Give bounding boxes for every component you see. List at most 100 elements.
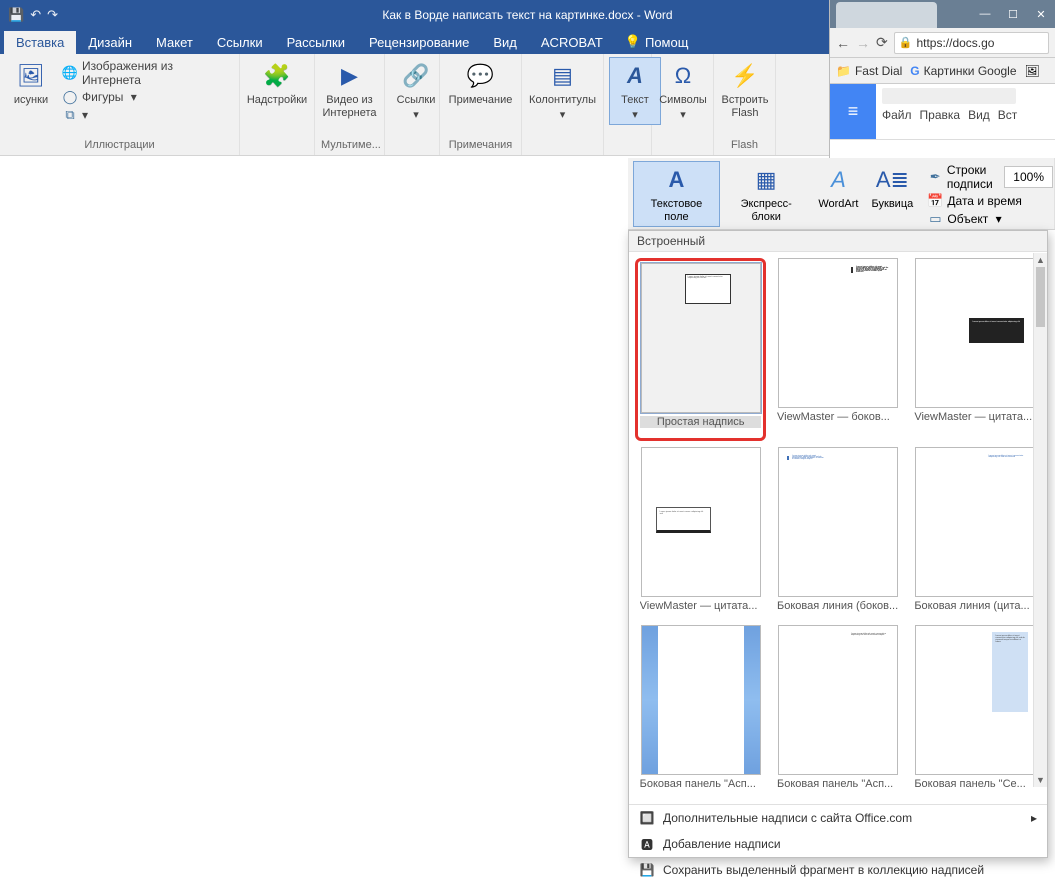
header-footer-button[interactable]: ▤Колонтитулы▾ <box>528 58 597 124</box>
quickparts-button[interactable]: ▦Экспресс-блоки <box>723 162 809 226</box>
tab-links[interactable]: Ссылки <box>205 31 275 54</box>
office-icon: 🔲 <box>639 810 655 826</box>
more-from-office[interactable]: 🔲Дополнительные надписи с сайта Office.c… <box>629 805 1047 831</box>
save-selection-icon: 💾 <box>639 862 655 878</box>
pictures-button[interactable]: 🖼исунки <box>6 58 56 109</box>
object-icon: ▭ <box>927 211 943 227</box>
flash-icon: ⚡ <box>729 60 761 92</box>
gallery-item-simple[interactable]: Lorem ipsum dolor sit amet consectetur a… <box>635 258 766 441</box>
gallery-item[interactable]: Lorem ipsum dolor sit amet consectetur a… <box>910 625 1041 798</box>
textbox-gallery: Встроенный Lorem ipsum dolor sit amet co… <box>628 230 1048 858</box>
chrome-close[interactable]: ✕ <box>1027 8 1055 28</box>
docs-logo-icon[interactable]: ≡ <box>830 84 876 139</box>
tab-mailings[interactable]: Рассылки <box>275 31 357 54</box>
docs-menu-insert[interactable]: Вст <box>998 108 1018 122</box>
tab-view[interactable]: Вид <box>481 31 529 54</box>
online-video-button[interactable]: ▶Видео из Интернета <box>321 58 378 122</box>
dropcap-button[interactable]: A≣Буквица <box>867 162 917 213</box>
docs-menu-file[interactable]: Файл <box>882 108 912 122</box>
google-docs-header: ≡ Файл Правка Вид Вст <box>830 84 1055 140</box>
tell-me[interactable]: 💡Помощ <box>615 30 699 54</box>
header-footer-icon: ▤ <box>547 60 579 92</box>
embed-flash-button[interactable]: ⚡Встроить Flash <box>720 58 770 122</box>
docs-menu: Файл Правка Вид Вст <box>882 108 1049 122</box>
dropcap-icon: A≣ <box>876 164 908 196</box>
scroll-up-icon[interactable]: ▲ <box>1034 253 1047 267</box>
back-icon[interactable]: ← <box>836 35 850 51</box>
group-illustrations: Иллюстрации <box>6 139 233 153</box>
addins-button[interactable]: 🧩Надстройки <box>246 58 308 109</box>
symbols-button[interactable]: ΩСимволы▾ <box>658 58 708 124</box>
tab-review[interactable]: Рецензирование <box>357 31 481 54</box>
redo-icon[interactable]: ↷ <box>47 7 58 23</box>
quick-access-toolbar: 💾 ↶ ↷ <box>8 7 58 23</box>
tab-layout[interactable]: Макет <box>144 31 205 54</box>
screenshot-icon: ⧉ <box>62 107 78 123</box>
bulb-icon: 💡 <box>625 34 641 50</box>
draw-textbox[interactable]: 🅰Добавление надписи <box>629 831 1047 857</box>
store-icon: 🧩 <box>261 60 293 92</box>
bookmark-fastdial[interactable]: 📁Fast Dial <box>836 64 902 78</box>
undo-icon[interactable]: ↶ <box>30 7 41 23</box>
group-flash: Flash <box>720 139 769 153</box>
reload-icon[interactable]: ⟳ <box>876 34 888 51</box>
gallery-item[interactable]: Lorem ipsum dolor sit amet consec adipis… <box>635 447 766 620</box>
group-media: Мультиме... <box>321 139 378 153</box>
save-selection[interactable]: 💾Сохранить выделенный фрагмент в коллекц… <box>629 857 1047 883</box>
pic-icon[interactable]: 🖼 <box>1025 64 1040 78</box>
comment-icon: 💬 <box>465 60 497 92</box>
link-icon: 🔗 <box>400 60 432 92</box>
gallery-item[interactable]: Lorem ipsum dolor sit amet consectetur a… <box>772 447 903 620</box>
date-time-button[interactable]: 📅Дата и время <box>925 192 1048 210</box>
gallery-grid: Lorem ipsum dolor sit amet consectetur a… <box>629 252 1047 804</box>
textbox-icon: A <box>660 164 692 196</box>
text-icon: A <box>619 60 651 92</box>
chevron-right-icon: ▸ <box>1031 811 1037 825</box>
gallery-item[interactable]: Lorem ipsum dolor sit amet consectetur a… <box>772 625 903 798</box>
screenshot-button[interactable]: ⧉▾ <box>60 106 233 124</box>
group-comments: Примечания <box>446 139 515 153</box>
wordart-button[interactable]: AWordArt <box>813 162 863 213</box>
globe-picture-icon: 🌐 <box>62 65 78 81</box>
comment-button[interactable]: 💬Примечание <box>446 58 515 109</box>
chrome-maximize[interactable]: ☐ <box>999 8 1027 28</box>
zoom-level[interactable]: 100% <box>1004 166 1053 188</box>
save-icon[interactable]: 💾 <box>8 7 24 23</box>
gallery-header: Встроенный <box>629 231 1047 252</box>
forward-icon[interactable]: → <box>856 35 870 51</box>
links-button[interactable]: 🔗Ссылки▾ <box>391 58 441 124</box>
chrome-urlbar[interactable]: 🔒https://docs.go <box>894 32 1049 54</box>
object-button[interactable]: ▭Объект ▾ <box>925 210 1048 228</box>
tab-design[interactable]: Дизайн <box>76 31 144 54</box>
calendar-icon: 📅 <box>927 193 943 209</box>
quickparts-icon: ▦ <box>750 164 782 196</box>
omega-icon: Ω <box>667 60 699 92</box>
docs-menu-edit[interactable]: Правка <box>920 108 961 122</box>
docs-title-placeholder[interactable] <box>882 88 1016 104</box>
online-pictures-button[interactable]: 🌐Изображения из Интернета <box>60 58 233 88</box>
chrome-tab[interactable] <box>836 2 937 28</box>
chrome-toolbar: ← → ⟳ 🔒https://docs.go <box>830 28 1055 58</box>
shapes-icon: ◯ <box>62 89 78 105</box>
gallery-item[interactable]: Lorem ipsum dolor sit amet consectetur a… <box>910 258 1041 441</box>
gallery-item[interactable]: Боковая панель "Асп... <box>635 625 766 798</box>
tab-acrobat[interactable]: ACROBAT <box>529 31 615 54</box>
chrome-minimize[interactable]: — <box>971 8 999 28</box>
wordart-icon: A <box>822 164 854 196</box>
gallery-item[interactable]: Lorem ipsum dolor sit amet consectetur a… <box>910 447 1041 620</box>
shapes-button[interactable]: ◯Фигуры ▾ <box>60 88 233 106</box>
textbox-button[interactable]: AТекстовое поле <box>634 162 719 226</box>
folder-icon: 📁 <box>836 64 851 78</box>
lock-icon: 🔒 <box>899 36 913 49</box>
gallery-footer: 🔲Дополнительные надписи с сайта Office.c… <box>629 804 1047 883</box>
textbox-small-icon: 🅰 <box>639 836 655 852</box>
tab-insert[interactable]: Вставка <box>4 31 76 54</box>
scroll-thumb[interactable] <box>1036 267 1045 327</box>
gallery-item[interactable]: Lorem ipsum dolor sit amet consectetur a… <box>772 258 903 441</box>
docs-menu-view[interactable]: Вид <box>968 108 990 122</box>
picture-icon: 🖼 <box>15 60 47 92</box>
google-icon: G <box>910 64 919 78</box>
gallery-scrollbar[interactable]: ▲ ▼ <box>1033 253 1047 787</box>
scroll-down-icon[interactable]: ▼ <box>1034 773 1047 787</box>
bookmark-google-images[interactable]: GКартинки Google <box>910 64 1016 78</box>
